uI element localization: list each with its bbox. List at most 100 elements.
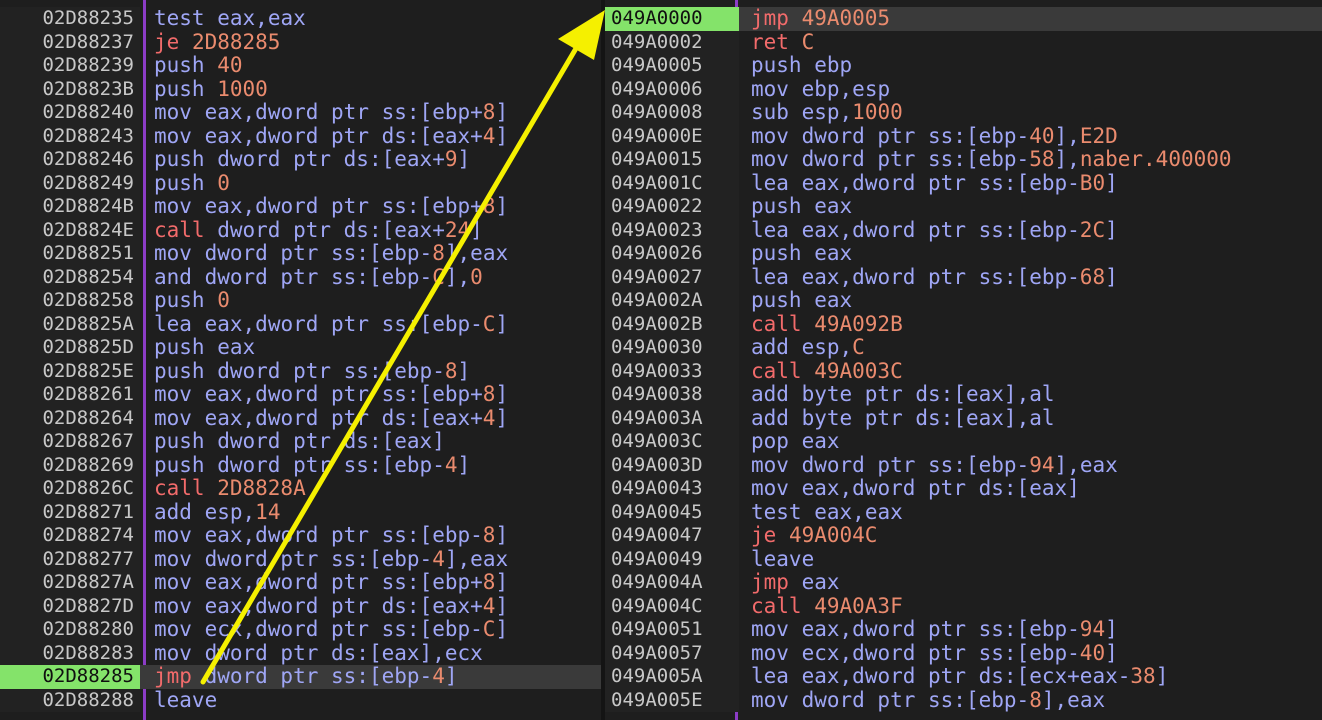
right-instruction-row[interactable]: 049A003C pop eax <box>603 429 1322 454</box>
right-instruction-row[interactable]: 049A0047 je 49A004C <box>603 523 1322 548</box>
left-address[interactable]: 02D8825A <box>0 312 140 336</box>
right-address[interactable]: 049A0051 <box>603 618 739 642</box>
left-instruction-row[interactable]: 02D88280 mov ecx,dword ptr ss:[ebp-C] <box>0 617 603 642</box>
left-instruction-row[interactable]: 02D8827D mov eax,dword ptr ds:[eax+4] <box>0 594 603 618</box>
right-instruction-text[interactable]: push eax <box>751 288 852 313</box>
left-instruction-text[interactable]: mov eax,dword ptr ss:[ebp+8] <box>154 570 508 595</box>
left-instruction-text[interactable]: mov dword ptr ss:[ebp-4],eax <box>154 547 508 572</box>
left-address[interactable]: 02D8825E <box>0 359 140 383</box>
left-instruction-row[interactable]: 02D88274 mov eax,dword ptr ss:[ebp-8] <box>0 523 603 548</box>
left-instruction-row[interactable]: 02D8825A lea eax,dword ptr ss:[ebp-C] <box>0 312 603 337</box>
left-instruction-text[interactable]: lea eax,dword ptr ss:[ebp-C] <box>154 312 508 337</box>
left-instruction-row[interactable]: 02D8823B push 1000 <box>0 77 603 102</box>
left-address[interactable]: 02D8824B <box>0 195 140 219</box>
left-instruction-text[interactable]: mov eax,dword ptr ss:[ebp-8] <box>154 523 508 548</box>
left-instruction-row[interactable]: 02D8827A mov eax,dword ptr ss:[ebp+8] <box>0 570 603 595</box>
right-instruction-text[interactable]: lea eax,dword ptr ss:[ebp-B0] <box>751 171 1118 196</box>
right-instruction-row[interactable]: 049A0015 mov dword ptr ss:[ebp-58],naber.… <box>603 147 1322 172</box>
left-address[interactable]: 02D88251 <box>0 242 140 266</box>
right-address[interactable]: 049A0043 <box>603 477 739 501</box>
right-instruction-text[interactable]: call 49A003C <box>751 359 903 384</box>
left-instruction-row[interactable]: 02D88271 add esp,14 <box>0 500 603 524</box>
left-address[interactable]: 02D88267 <box>0 430 140 454</box>
right-instruction-text[interactable]: mov eax,dword ptr ss:[ebp-94] <box>751 617 1118 642</box>
left-instruction-text[interactable]: push dword ptr ss:[ebp-4] <box>154 453 470 478</box>
right-address[interactable]: 049A003D <box>603 453 739 477</box>
left-instruction-row[interactable]: 02D8824E call dword ptr ds:[eax+24] <box>0 218 603 242</box>
right-instruction-row[interactable]: 049A0051 mov eax,dword ptr ss:[ebp-94] <box>603 617 1322 642</box>
left-instruction-row[interactable]: 02D88237 je 2D88285 <box>0 30 603 55</box>
right-instruction-row[interactable]: 049A000E mov dword ptr ss:[ebp-40],E2D <box>603 124 1322 148</box>
right-instruction-text[interactable]: sub esp,1000 <box>751 100 903 125</box>
right-instruction-row[interactable]: 049A003D mov dword ptr ss:[ebp-94],eax <box>603 453 1322 478</box>
left-instruction-row[interactable]: 02D88283 mov dword ptr ds:[eax],ecx <box>0 641 603 666</box>
right-instruction-text[interactable]: mov ecx,dword ptr ss:[ebp-40] <box>751 641 1118 666</box>
right-address[interactable]: 049A003C <box>603 430 739 454</box>
left-address[interactable]: 02D88269 <box>0 453 140 477</box>
left-instruction-row[interactable]: 02D88243 mov eax,dword ptr ds:[eax+4] <box>0 124 603 149</box>
left-instruction-row[interactable]: 02D88251 mov dword ptr ss:[ebp-8],eax <box>0 241 603 266</box>
left-instruction-text[interactable]: je 2D88285 <box>154 30 280 55</box>
right-instruction-text[interactable]: push ebp <box>751 53 852 78</box>
right-address[interactable]: 049A002B <box>603 312 739 336</box>
right-instruction-row[interactable]: 049A002B call 49A092B <box>603 312 1322 337</box>
right-instruction-row[interactable]: 049A0049 leave <box>603 547 1322 572</box>
left-address[interactable]: 02D88261 <box>0 383 140 407</box>
right-address[interactable]: 049A0023 <box>603 218 739 242</box>
left-instruction-row[interactable]: 02D88249 push 0 <box>0 171 603 195</box>
left-instruction-text[interactable]: jmp dword ptr ss:[ebp-4] <box>154 664 458 689</box>
left-address[interactable]: 02D88240 <box>0 101 140 125</box>
right-address[interactable]: 049A0049 <box>603 547 739 571</box>
right-instruction-text[interactable]: jmp 49A0005 <box>751 6 890 31</box>
left-address[interactable]: 02D8825D <box>0 336 140 360</box>
right-instruction-row[interactable]: 049A0027 lea eax,dword ptr ss:[ebp-68] <box>603 265 1322 290</box>
left-address[interactable]: 02D8827D <box>0 594 140 618</box>
left-address[interactable]: 02D88264 <box>0 406 140 430</box>
right-address[interactable]: 049A0005 <box>603 54 739 78</box>
right-instruction-row[interactable]: 049A0023 lea eax,dword ptr ss:[ebp-2C] <box>603 218 1322 243</box>
left-instruction-row[interactable]: 02D8824B mov eax,dword ptr ss:[ebp+8] <box>0 194 603 219</box>
right-instruction-row[interactable]: 049A0006 mov ebp,esp <box>603 77 1322 102</box>
left-instruction-text[interactable]: push 1000 <box>154 77 268 102</box>
right-instruction-text[interactable]: push eax <box>751 194 852 219</box>
right-instruction-text[interactable]: mov dword ptr ss:[ebp-94],eax <box>751 453 1118 478</box>
left-instruction-row[interactable]: 02D88285 jmp dword ptr ss:[ebp-4] <box>0 664 603 689</box>
left-address[interactable]: 02D8826C <box>0 477 140 501</box>
left-instruction-text[interactable]: mov eax,dword ptr ds:[eax+4] <box>154 406 508 431</box>
right-instruction-row[interactable]: 049A0033 call 49A003C <box>603 359 1322 384</box>
right-instruction-row[interactable]: 049A0002 ret C <box>603 30 1322 55</box>
right-instruction-text[interactable]: call 49A092B <box>751 312 903 337</box>
left-address[interactable]: 02D88243 <box>0 124 140 148</box>
left-instruction-text[interactable]: mov eax,dword ptr ss:[ebp+8] <box>154 100 508 125</box>
right-address[interactable]: 049A0006 <box>603 77 739 101</box>
right-instruction-text[interactable]: lea eax,dword ptr ss:[ebp-68] <box>751 265 1118 290</box>
left-address[interactable]: 02D8823B <box>0 77 140 101</box>
left-instruction-text[interactable]: mov dword ptr ds:[eax],ecx <box>154 641 483 666</box>
left-disassembly-pane[interactable]: 02D88235 test eax,eax 02D88237 je 2D88285 02… <box>0 0 603 720</box>
left-instruction-row[interactable]: 02D88269 push dword ptr ss:[ebp-4] <box>0 453 603 478</box>
left-instruction-text[interactable]: push dword ptr ss:[ebp-8] <box>154 359 470 384</box>
left-instruction-text[interactable]: leave <box>154 688 217 713</box>
left-instruction-row[interactable]: 02D88288 leave <box>0 688 603 713</box>
left-instruction-text[interactable]: mov eax,dword ptr ds:[eax+4] <box>154 124 508 149</box>
left-instruction-text[interactable]: push 40 <box>154 53 243 78</box>
right-instruction-text[interactable]: lea eax,dword ptr ss:[ebp-2C] <box>751 218 1118 243</box>
left-address[interactable]: 02D88271 <box>0 500 140 524</box>
left-instruction-text[interactable]: mov ecx,dword ptr ss:[ebp-C] <box>154 617 508 642</box>
left-instruction-text[interactable]: push dword ptr ds:[eax+9] <box>154 147 470 172</box>
right-instruction-text[interactable]: mov eax,dword ptr ds:[eax] <box>751 476 1080 501</box>
left-address[interactable]: 02D88277 <box>0 547 140 571</box>
right-instruction-text[interactable]: mov ebp,esp <box>751 77 890 102</box>
right-instruction-row[interactable]: 049A001C lea eax,dword ptr ss:[ebp-B0] <box>603 171 1322 196</box>
right-instruction-text[interactable]: leave <box>751 547 814 572</box>
right-address[interactable]: 049A0038 <box>603 383 739 407</box>
right-address[interactable]: 049A002A <box>603 289 739 313</box>
right-instruction-row[interactable]: 049A002A push eax <box>603 288 1322 313</box>
right-address[interactable]: 049A0000 <box>603 7 739 31</box>
left-instruction-row[interactable]: 02D88240 mov eax,dword ptr ss:[ebp+8] <box>0 100 603 125</box>
right-instruction-text[interactable]: ret C <box>751 30 814 55</box>
right-address[interactable]: 049A0015 <box>603 148 739 172</box>
right-instruction-row[interactable]: 049A004C call 49A0A3F <box>603 594 1322 618</box>
right-address[interactable]: 049A001C <box>603 171 739 195</box>
right-instruction-row[interactable]: 049A0000 jmp 49A0005 <box>603 6 1322 31</box>
